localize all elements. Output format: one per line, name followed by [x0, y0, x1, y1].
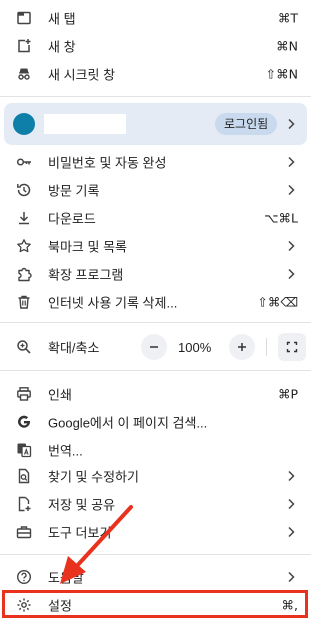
menu-item-extensions[interactable]: 확장 프로그램 — [0, 260, 311, 288]
menu-item-passwords[interactable]: 비밀번호 및 자동 완성 — [0, 148, 311, 176]
new-tab-label: 새 탭 — [48, 11, 76, 27]
fullscreen-button[interactable] — [278, 333, 306, 361]
trash-icon — [16, 294, 32, 310]
fullscreen-icon — [286, 341, 298, 353]
zoom-label: 확대/축소 — [48, 340, 100, 356]
translate-icon — [16, 442, 32, 458]
new-tab-shortcut: ⌘T — [277, 10, 298, 26]
divider — [0, 554, 311, 555]
incognito-icon — [16, 66, 32, 82]
new-incognito-label: 새 시크릿 창 — [48, 67, 116, 83]
downloads-shortcut: ⌥⌘L — [264, 210, 298, 226]
menu-item-history[interactable]: 방문 기록 — [0, 176, 311, 204]
history-icon — [16, 182, 32, 198]
extensions-label: 확장 프로그램 — [48, 267, 124, 283]
menu-item-new-window[interactable]: 새 창 ⌘N — [0, 32, 311, 60]
avatar — [13, 113, 35, 135]
clear-data-shortcut: ⇧⌘⌫ — [257, 294, 298, 310]
chevron-right-icon — [286, 156, 296, 168]
menu-item-translate[interactable]: 번역... — [0, 436, 311, 464]
divider — [0, 96, 311, 97]
chevron-right-icon — [286, 470, 296, 482]
menu-item-clear-browsing-data[interactable]: 인터넷 사용 기록 삭제... ⇧⌘⌫ — [0, 288, 311, 316]
google-icon — [16, 414, 32, 430]
history-label: 방문 기록 — [48, 183, 100, 199]
save-share-label: 저장 및 공유 — [48, 497, 116, 513]
menu-item-downloads[interactable]: 다운로드 ⌥⌘L — [0, 204, 311, 232]
zoom-in-button[interactable] — [229, 334, 255, 360]
profile-card[interactable]: 로그인됨 — [4, 103, 307, 145]
save-share-icon — [16, 496, 32, 512]
google-search-label: Google에서 이 페이지 검색... — [48, 415, 208, 431]
divider — [0, 370, 311, 371]
zoom-value: 100% — [178, 339, 212, 355]
divider — [0, 322, 311, 323]
bookmarks-label: 북마크 및 목록 — [48, 239, 127, 255]
menu-item-new-incognito[interactable]: 새 시크릿 창 ⇧⌘N — [0, 60, 311, 88]
settings-highlight-box — [2, 590, 308, 618]
downloads-label: 다운로드 — [48, 211, 96, 227]
menu-item-new-tab[interactable]: 새 탭 ⌘T — [0, 4, 311, 32]
translate-label: 번역... — [48, 443, 83, 459]
find-doc-icon — [16, 468, 32, 484]
find-edit-label: 찾기 및 수정하기 — [48, 469, 139, 485]
menu-item-help[interactable]: 도움말 — [0, 563, 311, 591]
more-tools-label: 도구 더보기 — [48, 525, 112, 541]
print-label: 인쇄 — [48, 387, 72, 403]
chevron-right-icon — [286, 526, 296, 538]
menu-item-zoom: 확대/축소 100% — [0, 333, 311, 361]
key-icon — [16, 154, 32, 170]
menu-item-find-edit[interactable]: 찾기 및 수정하기 — [0, 462, 311, 490]
minus-icon — [150, 346, 158, 348]
chevron-right-icon — [286, 240, 296, 252]
new-tab-icon — [16, 10, 32, 26]
zoom-icon — [16, 339, 32, 355]
zoom-out-button[interactable] — [141, 334, 167, 360]
chevron-right-icon — [286, 184, 296, 196]
signed-in-badge: 로그인됨 — [215, 113, 278, 135]
download-icon — [16, 210, 32, 226]
clear-data-label: 인터넷 사용 기록 삭제... — [48, 295, 178, 311]
new-window-shortcut: ⌘N — [276, 38, 298, 54]
new-window-icon — [16, 38, 32, 54]
printer-icon — [16, 386, 32, 402]
chevron-right-icon — [286, 571, 296, 583]
menu-item-save-share[interactable]: 저장 및 공유 — [0, 490, 311, 518]
print-shortcut: ⌘P — [277, 386, 298, 402]
menu-item-search-google[interactable]: Google에서 이 페이지 검색... — [0, 408, 311, 436]
new-window-label: 새 창 — [48, 39, 76, 55]
star-icon — [16, 238, 32, 254]
puzzle-icon — [16, 266, 32, 282]
new-incognito-shortcut: ⇧⌘N — [265, 66, 298, 82]
menu-item-more-tools[interactable]: 도구 더보기 — [0, 518, 311, 546]
plus-icon — [238, 343, 246, 351]
chevron-right-icon — [286, 498, 296, 510]
toolbox-icon — [16, 524, 32, 540]
menu-item-print[interactable]: 인쇄 ⌘P — [0, 380, 311, 408]
help-label: 도움말 — [48, 570, 84, 586]
passwords-label: 비밀번호 및 자동 완성 — [48, 155, 167, 171]
help-icon — [16, 569, 32, 585]
divider — [266, 338, 267, 356]
chevron-right-icon — [286, 118, 296, 130]
menu-item-bookmarks[interactable]: 북마크 및 목록 — [0, 232, 311, 260]
profile-name-redacted — [44, 114, 126, 134]
chevron-right-icon — [286, 268, 296, 280]
